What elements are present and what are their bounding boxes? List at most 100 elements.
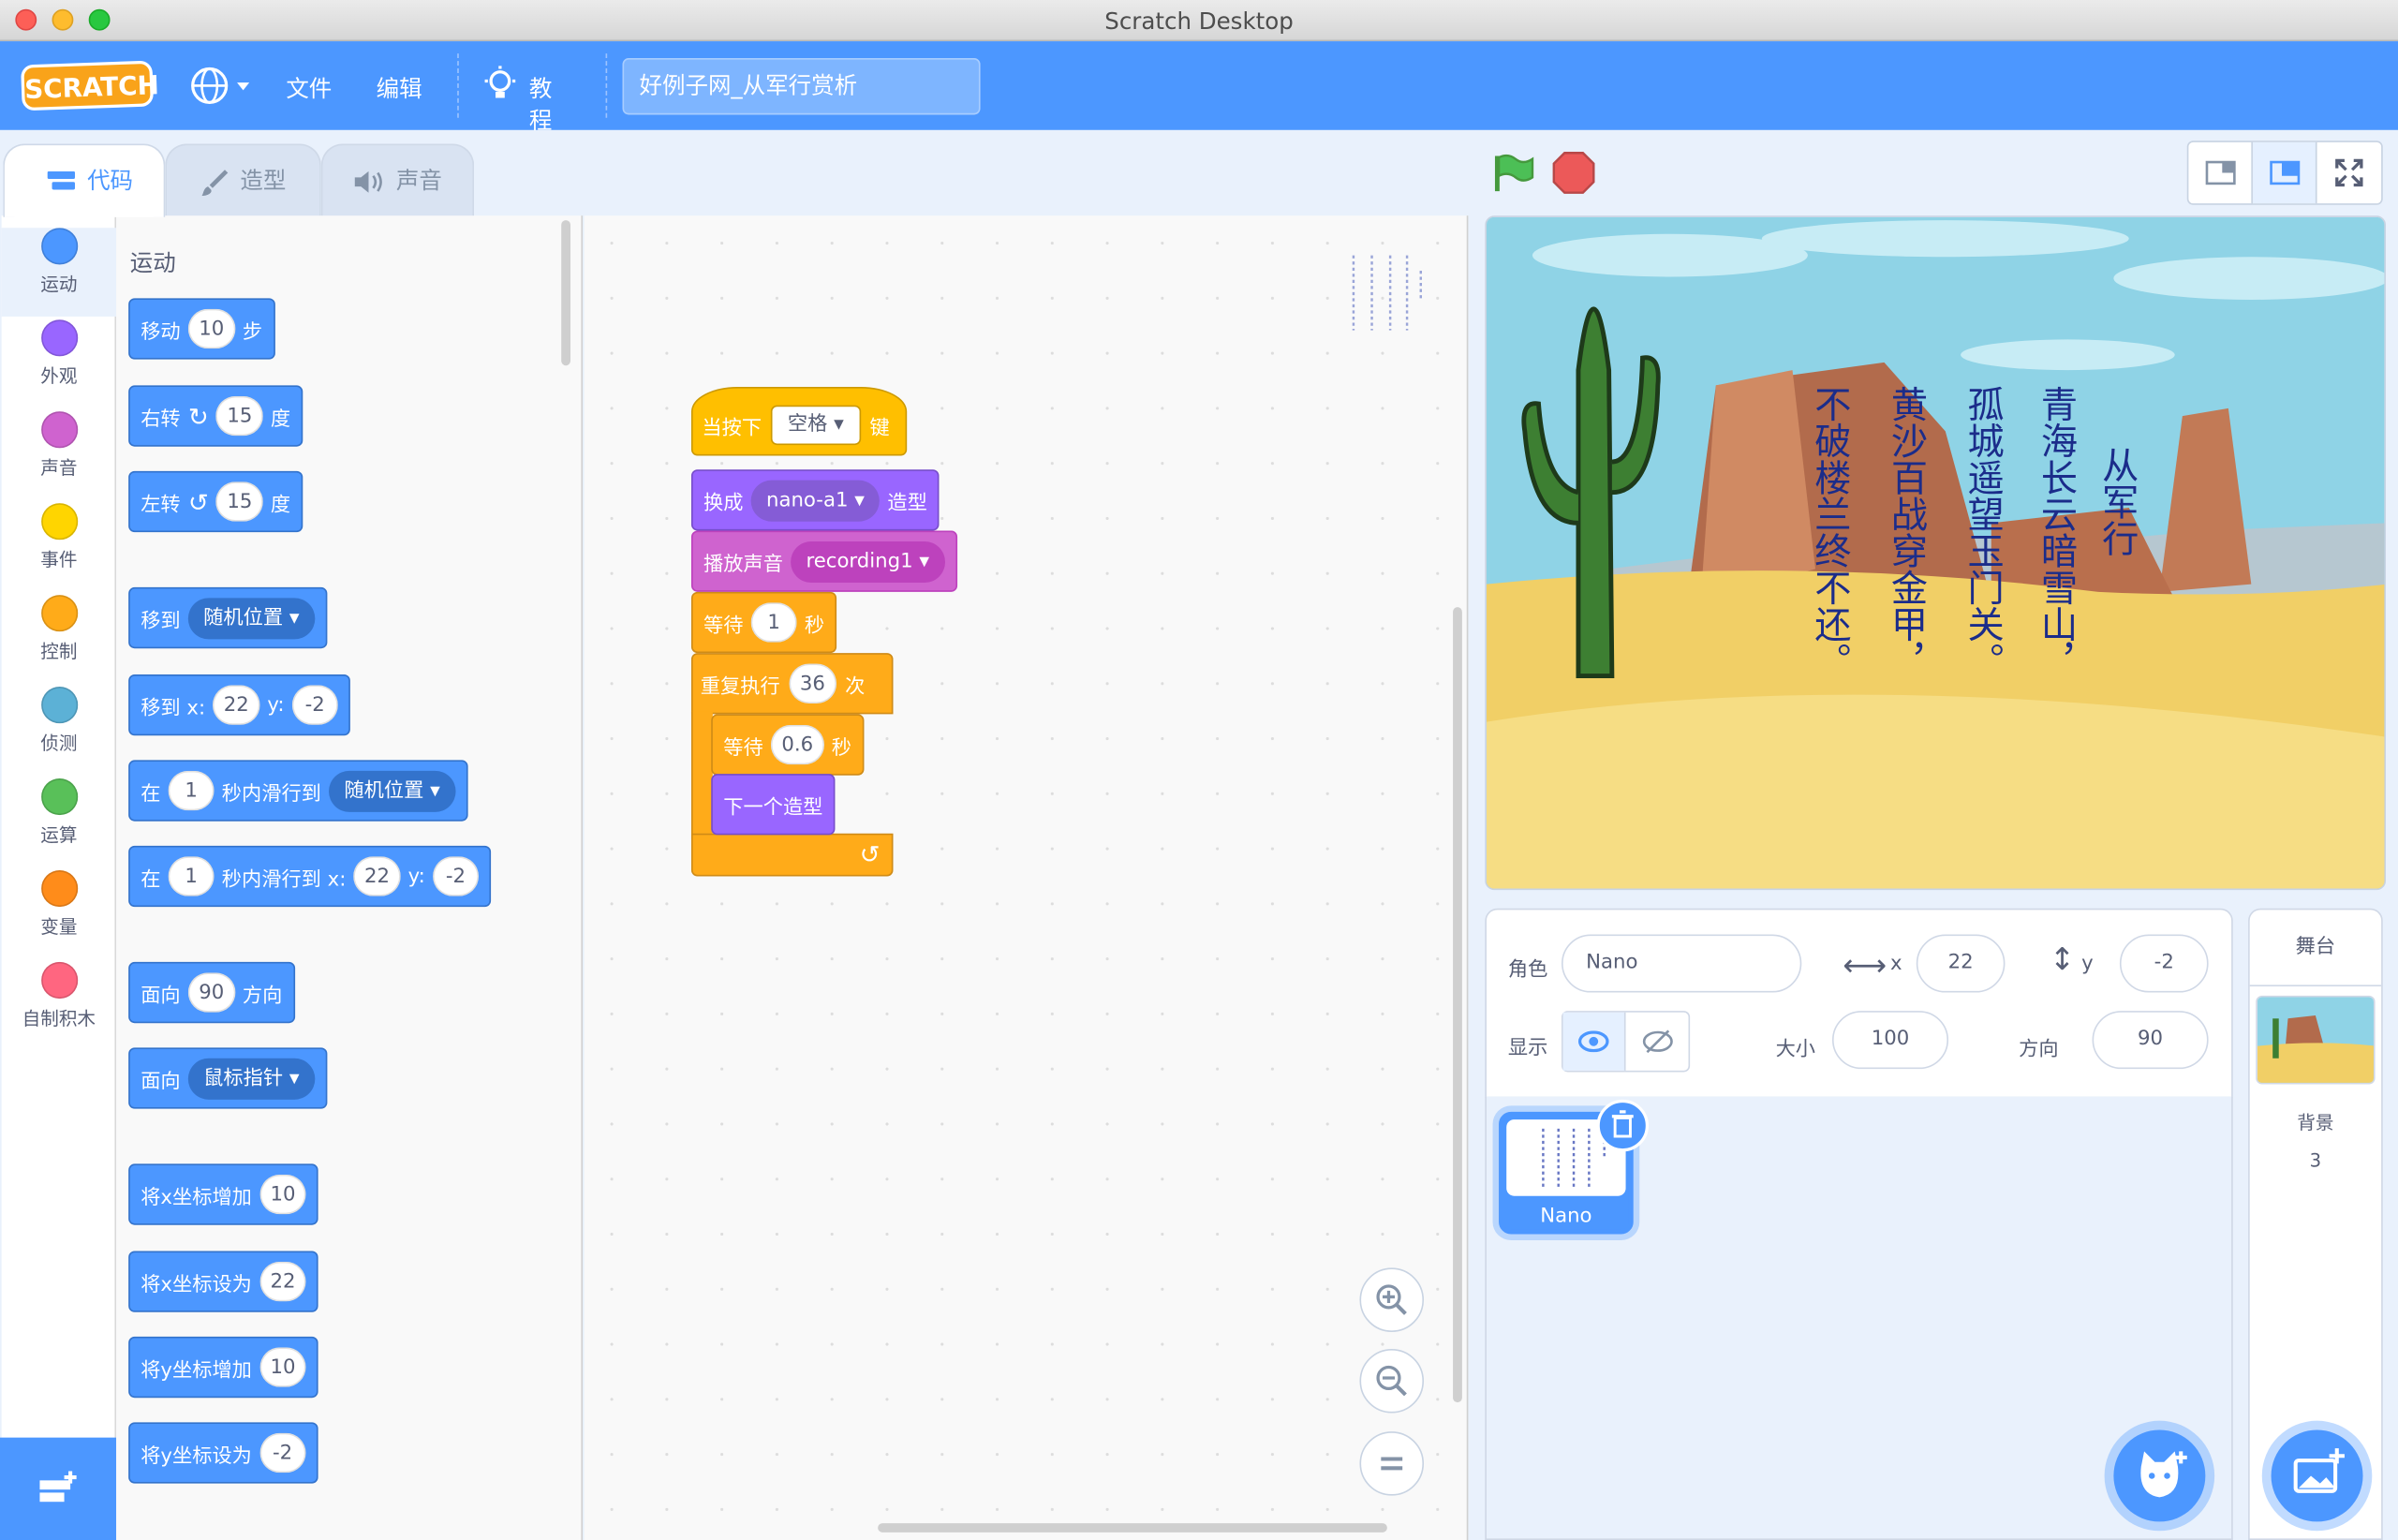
stop-icon[interactable] — [1552, 152, 1595, 195]
block-text: 秒 — [831, 736, 851, 760]
delete-sprite-button[interactable] — [1596, 1099, 1650, 1152]
category-color-dot — [40, 503, 78, 540]
category-5[interactable]: 侦测 — [2, 687, 116, 755]
event-hat-block[interactable]: 当按下空格键 — [690, 387, 908, 456]
language-menu[interactable] — [189, 66, 257, 111]
wait-seconds-input[interactable]: 0.6 — [770, 724, 824, 765]
x-input[interactable]: 22 — [353, 856, 401, 896]
category-8[interactable]: 自制积木 — [2, 961, 116, 1030]
sprite-name-input[interactable]: Nano — [1561, 934, 1802, 993]
block-set-y[interactable]: 将y坐标设为 -2 — [128, 1422, 318, 1484]
block-point-towards[interactable]: 面向 鼠标指针 — [128, 1047, 327, 1109]
x-input[interactable]: 10 — [259, 1174, 306, 1215]
add-extension-button[interactable] — [0, 1437, 117, 1540]
workspace-vertical-scrollbar[interactable] — [1453, 607, 1462, 1403]
block-point-direction[interactable]: 面向 90 方向 — [128, 961, 295, 1024]
script-workspace[interactable]: 当按下空格键 换成nano-a1造型 播放声音recording1 等待1秒 重… — [584, 215, 1469, 1540]
direction-input[interactable]: 90 — [2092, 1011, 2209, 1070]
tab-sounds[interactable]: 声音 — [320, 143, 475, 217]
block-text: 播放声音 — [703, 553, 783, 576]
glide-target-dropdown[interactable]: 随机位置 — [329, 770, 456, 812]
block-next-costume[interactable]: 下一个造型 — [711, 774, 836, 836]
y-input[interactable]: 10 — [259, 1347, 306, 1387]
category-2[interactable]: 声音 — [2, 411, 116, 480]
block-switch-costume[interactable]: 换成nano-a1造型 — [690, 469, 940, 531]
hide-sprite-button[interactable] — [1626, 1013, 1689, 1071]
tab-costumes[interactable]: 造型 — [165, 143, 321, 217]
sprite-name-label: 角色 — [1507, 958, 1548, 983]
x-input[interactable]: 22 — [213, 685, 260, 725]
block-goto[interactable]: 移到 随机位置 — [128, 586, 327, 649]
project-title-input[interactable]: 好例子网_从军行赏析 — [622, 58, 981, 115]
degrees-input[interactable]: 15 — [215, 395, 263, 437]
zoom-reset-button[interactable] — [1359, 1431, 1425, 1496]
y-input[interactable]: -2 — [291, 685, 338, 725]
choose-sprite-button[interactable] — [2113, 1429, 2206, 1522]
category-color-dot — [40, 777, 78, 816]
x-input[interactable]: 22 — [259, 1261, 306, 1302]
tutorials-menu[interactable]: 教程 — [483, 66, 552, 135]
block-goto-xy[interactable]: 移到 x: 22 y: -2 — [128, 674, 350, 736]
block-play-sound[interactable]: 播放声音 recording1 — [690, 530, 957, 592]
size-input[interactable]: 100 — [1831, 1011, 1949, 1070]
file-menu[interactable]: 文件 — [286, 72, 332, 104]
poem-line: 不破楼兰终不还。 — [1807, 385, 1851, 679]
block-wait[interactable]: 等待 0.6 秒 — [711, 714, 865, 776]
tab-code[interactable]: 代码 — [3, 143, 166, 217]
script-stack[interactable]: 当按下空格键 换成nano-a1造型 播放声音recording1 等待1秒 重… — [690, 387, 959, 880]
wait-seconds-input[interactable]: 1 — [750, 602, 797, 643]
y-input[interactable]: -2 — [432, 856, 479, 896]
repeat-count-input[interactable]: 36 — [789, 663, 836, 703]
block-turn-left[interactable]: 左转 ↺ 15 度 — [128, 470, 303, 533]
block-turn-right[interactable]: 右转 ↻ 15 度 — [128, 385, 303, 447]
category-0[interactable]: 运动 — [1, 228, 117, 317]
category-7[interactable]: 变量 — [2, 869, 116, 939]
workspace-horizontal-scrollbar[interactable] — [878, 1523, 1387, 1533]
y-position-input[interactable]: -2 — [2119, 934, 2209, 993]
zoom-in-button[interactable] — [1359, 1267, 1425, 1332]
category-3[interactable]: 事件 — [2, 503, 116, 571]
block-change-y[interactable]: 将y坐标增加 10 — [128, 1336, 319, 1399]
seconds-input[interactable]: 1 — [168, 770, 215, 811]
small-stage-button[interactable] — [2188, 141, 2253, 204]
block-move-steps[interactable]: 移动 10 步 — [128, 298, 275, 360]
sound-dropdown[interactable]: recording1 — [791, 540, 945, 583]
fullscreen-button[interactable] — [2317, 142, 2382, 203]
category-1[interactable]: 外观 — [2, 319, 116, 388]
scratch-logo[interactable]: SCRATCH — [21, 60, 159, 111]
stage-pane-title: 舞台 — [2249, 910, 2382, 987]
edit-menu[interactable]: 编辑 — [377, 72, 422, 104]
green-flag-icon[interactable] — [1493, 153, 1536, 192]
steps-input[interactable]: 10 — [187, 308, 235, 349]
direction-input[interactable]: 90 — [187, 972, 235, 1013]
block-text: 面向 — [141, 984, 181, 1008]
large-stage-button[interactable] — [2252, 141, 2317, 204]
seconds-input[interactable]: 1 — [168, 856, 215, 896]
show-sprite-button[interactable] — [1562, 1012, 1626, 1071]
backdrop-thumbnail[interactable] — [2256, 995, 2376, 1085]
zoom-out-button[interactable] — [1359, 1348, 1425, 1414]
x-position-input[interactable]: 22 — [1916, 934, 2006, 993]
stage-selector-pane[interactable]: 舞台 背景 3 — [2248, 908, 2383, 1540]
direction-label: 方向 — [2019, 1038, 2059, 1062]
category-color-dot — [40, 411, 78, 449]
towards-dropdown[interactable]: 鼠标指针 — [187, 1057, 315, 1100]
stage-canvas[interactable]: 从军行 青海长云暗雪山， 孤城遥望玉门关。 黄沙百战穿金甲， 不破楼兰终不还。 — [1485, 215, 2387, 891]
costume-dropdown[interactable]: nano-a1 — [750, 479, 881, 521]
palette-scrollbar[interactable] — [561, 220, 570, 366]
window-titlebar: Scratch Desktop — [0, 0, 2398, 42]
eye-icon — [1577, 1030, 1609, 1053]
block-wait[interactable]: 等待 1 秒 — [690, 591, 837, 654]
key-dropdown[interactable]: 空格 — [770, 405, 861, 446]
goto-target-dropdown[interactable]: 随机位置 — [187, 597, 315, 639]
block-set-x[interactable]: 将x坐标设为 22 — [128, 1251, 319, 1312]
choose-backdrop-button[interactable] — [2271, 1429, 2363, 1522]
category-4[interactable]: 控制 — [2, 595, 116, 663]
block-glide-xy[interactable]: 在 1 秒内滑行到 x: 22 y: -2 — [128, 845, 491, 908]
block-change-x[interactable]: 将x坐标增加 10 — [128, 1163, 319, 1225]
category-6[interactable]: 运算 — [2, 777, 116, 847]
block-glide-to[interactable]: 在 1 秒内滑行到 随机位置 — [128, 760, 468, 822]
poem-text-sprite[interactable]: 从军行 青海长云暗雪山， 孤城遥望玉门关。 黄沙百战穿金甲， 不破楼兰终不还。 — [1487, 217, 2384, 889]
y-input[interactable]: -2 — [259, 1432, 306, 1473]
degrees-input[interactable]: 15 — [215, 481, 263, 522]
